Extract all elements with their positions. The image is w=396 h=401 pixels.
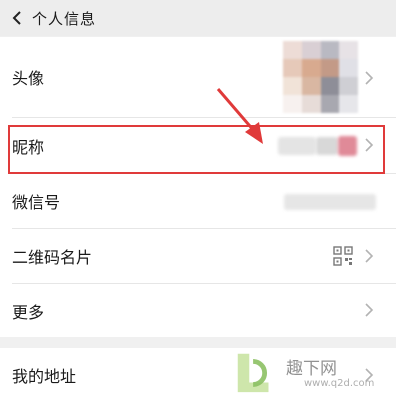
wechat-id-value bbox=[284, 194, 376, 210]
chevron-right-icon bbox=[365, 71, 374, 85]
highlight-box bbox=[8, 125, 385, 174]
row-avatar-label: 头像 bbox=[12, 69, 45, 88]
back-icon[interactable] bbox=[10, 11, 24, 25]
watermark-logo bbox=[237, 353, 269, 393]
row-more-label: 更多 bbox=[12, 302, 45, 322]
row-qrcode-label: 二维码名片 bbox=[12, 248, 93, 267]
top-bar: 个人信息 bbox=[0, 0, 396, 36]
watermark-url: www.q2d.com bbox=[304, 378, 375, 389]
chevron-right-icon bbox=[365, 303, 374, 317]
watermark-brand: 趣下网 bbox=[286, 359, 337, 379]
avatar[interactable] bbox=[283, 41, 358, 113]
page-title: 个人信息 bbox=[32, 9, 97, 28]
chevron-right-icon bbox=[365, 249, 374, 263]
row-wechat-id-label: 微信号 bbox=[12, 193, 61, 212]
watermark: 趣下网 www.q2d.com bbox=[232, 346, 396, 401]
row-more[interactable]: 更多 bbox=[0, 284, 396, 337]
row-address-label: 我的地址 bbox=[12, 366, 77, 386]
qrcode-icon bbox=[333, 246, 353, 266]
annotation-arrow bbox=[216, 88, 263, 144]
